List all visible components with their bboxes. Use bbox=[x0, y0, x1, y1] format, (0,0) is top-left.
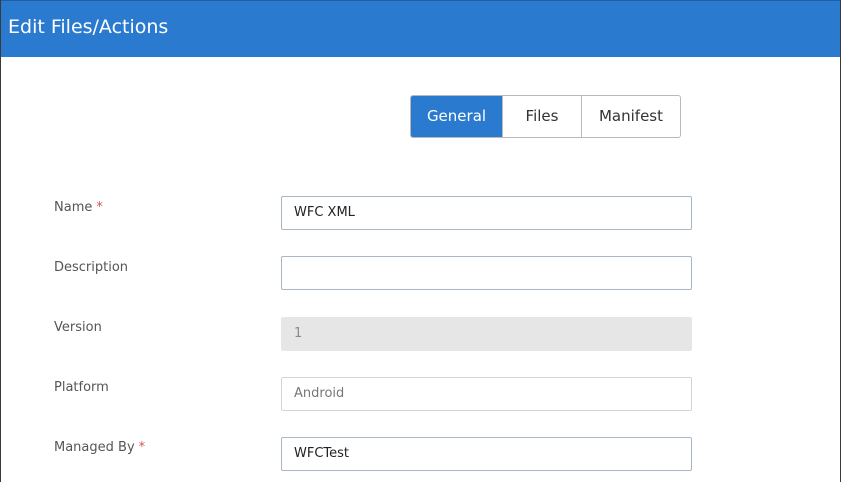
platform-label-text: Platform bbox=[54, 380, 109, 395]
tab-general[interactable]: General bbox=[411, 96, 502, 137]
version-field: 1 bbox=[281, 317, 692, 351]
name-label: Name * bbox=[54, 199, 103, 217]
managed-by-required-mark: * bbox=[138, 440, 146, 455]
version-label-text: Version bbox=[54, 320, 102, 335]
name-label-text: Name bbox=[54, 200, 93, 215]
version-field-value: 1 bbox=[294, 326, 303, 341]
name-input[interactable]: WFC XML bbox=[281, 196, 692, 230]
platform-field: Android bbox=[281, 377, 692, 411]
description-input[interactable] bbox=[281, 256, 692, 290]
dialog-title: Edit Files/Actions bbox=[8, 16, 169, 38]
managed-by-input[interactable]: WFCTest bbox=[281, 437, 692, 471]
platform-label: Platform bbox=[54, 379, 109, 397]
name-required-mark: * bbox=[96, 200, 103, 215]
version-label: Version bbox=[54, 319, 102, 337]
managed-by-label: Managed By * bbox=[54, 439, 145, 457]
edit-files-actions-dialog: Edit Files/Actions General Files Manifes… bbox=[0, 0, 841, 482]
name-input-value: WFC XML bbox=[294, 205, 355, 220]
dialog-header: Edit Files/Actions bbox=[1, 0, 840, 57]
tab-manifest[interactable]: Manifest bbox=[581, 96, 680, 137]
tab-files[interactable]: Files bbox=[502, 96, 581, 137]
platform-field-value: Android bbox=[294, 386, 345, 401]
managed-by-input-value: WFCTest bbox=[294, 446, 350, 461]
description-label: Description bbox=[54, 259, 128, 277]
description-label-text: Description bbox=[54, 260, 129, 275]
tab-group: General Files Manifest bbox=[410, 95, 681, 138]
managed-by-label-text: Managed By bbox=[54, 440, 135, 455]
